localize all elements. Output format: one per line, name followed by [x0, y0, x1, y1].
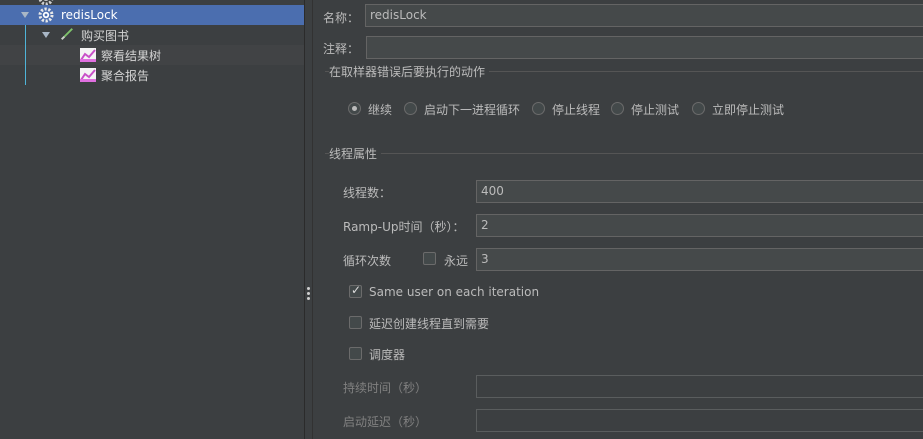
threads-input[interactable]: 400 [476, 180, 923, 203]
action-label: 启动下一进程循环 [424, 103, 521, 117]
radio-button[interactable] [611, 102, 624, 115]
loop-label: 循环次数 [343, 254, 392, 268]
gear-icon [38, 7, 54, 23]
threads-label: 线程数： [343, 186, 392, 200]
duration-input [476, 375, 923, 398]
thread-group-panel: 名称： redisLock 注释： 在取样器错误后要执行的动作 继续 启动下一进… [313, 0, 923, 439]
chevron-down-icon[interactable] [42, 32, 50, 38]
grip-dot [307, 297, 310, 300]
tree-item-results-tree[interactable]: 察看结果树 [0, 45, 304, 65]
action-label: 停止线程 [552, 103, 601, 117]
chart-icon [80, 68, 96, 82]
comment-input[interactable] [366, 36, 923, 59]
chevron-down-icon[interactable] [21, 12, 29, 18]
grip-dot [307, 287, 310, 290]
tree-item-label: redisLock [61, 8, 118, 22]
forever-label: 永远 [444, 254, 469, 268]
startup-delay-label: 启动延迟（秒） [343, 415, 428, 429]
tree-guide-line [25, 25, 26, 85]
tree-item-thread-group[interactable]: redisLock [0, 5, 304, 25]
pen-icon [61, 28, 73, 40]
checkbox[interactable] [423, 252, 436, 265]
grip-dot [307, 292, 310, 295]
checkbox[interactable] [349, 347, 362, 360]
comment-label: 注释： [323, 42, 360, 56]
radio-button[interactable] [348, 102, 361, 115]
error-section-title: 在取样器错误后要执行的动作 [329, 63, 490, 80]
radio-button[interactable] [404, 102, 417, 115]
scheduler-label: 调度器 [369, 348, 406, 362]
tree-item-label: 购买图书 [81, 28, 130, 43]
radio-button[interactable] [692, 102, 705, 115]
loop-input[interactable]: 3 [476, 248, 923, 271]
check-icon: ✓ [351, 283, 362, 297]
name-input[interactable]: redisLock [365, 4, 923, 27]
action-label: 停止测试 [631, 103, 680, 117]
action-label: 继续 [368, 103, 393, 117]
test-plan-tree[interactable]: redisLock 购买图书 察看结果树 聚合报告 [0, 0, 304, 439]
rampup-label: Ramp-Up时间（秒）： [343, 220, 465, 234]
same-user-label: Same user on each iteration [369, 285, 540, 299]
duration-label: 持续时间（秒） [343, 381, 428, 395]
delay-label: 延迟创建线程直到需要 [369, 317, 490, 331]
tree-item-label: 聚合报告 [101, 68, 150, 83]
checkbox[interactable]: ✓ [349, 283, 362, 298]
name-label: 名称： [323, 11, 360, 25]
thread-section-border [325, 153, 923, 154]
startup-delay-input [476, 409, 923, 432]
tree-item-sampler[interactable]: 购买图书 [0, 25, 304, 45]
thread-section-title: 线程属性 [329, 145, 382, 162]
action-label: 立即停止测试 [712, 103, 785, 117]
panel-splitter[interactable] [304, 0, 313, 439]
tree-item-aggregate-report[interactable]: 聚合报告 [0, 65, 304, 85]
chart-icon [80, 48, 96, 62]
rampup-input[interactable]: 2 [476, 214, 923, 237]
radio-button[interactable] [532, 102, 545, 115]
checkbox[interactable] [349, 316, 362, 329]
tree-item-label: 察看结果树 [101, 48, 162, 63]
